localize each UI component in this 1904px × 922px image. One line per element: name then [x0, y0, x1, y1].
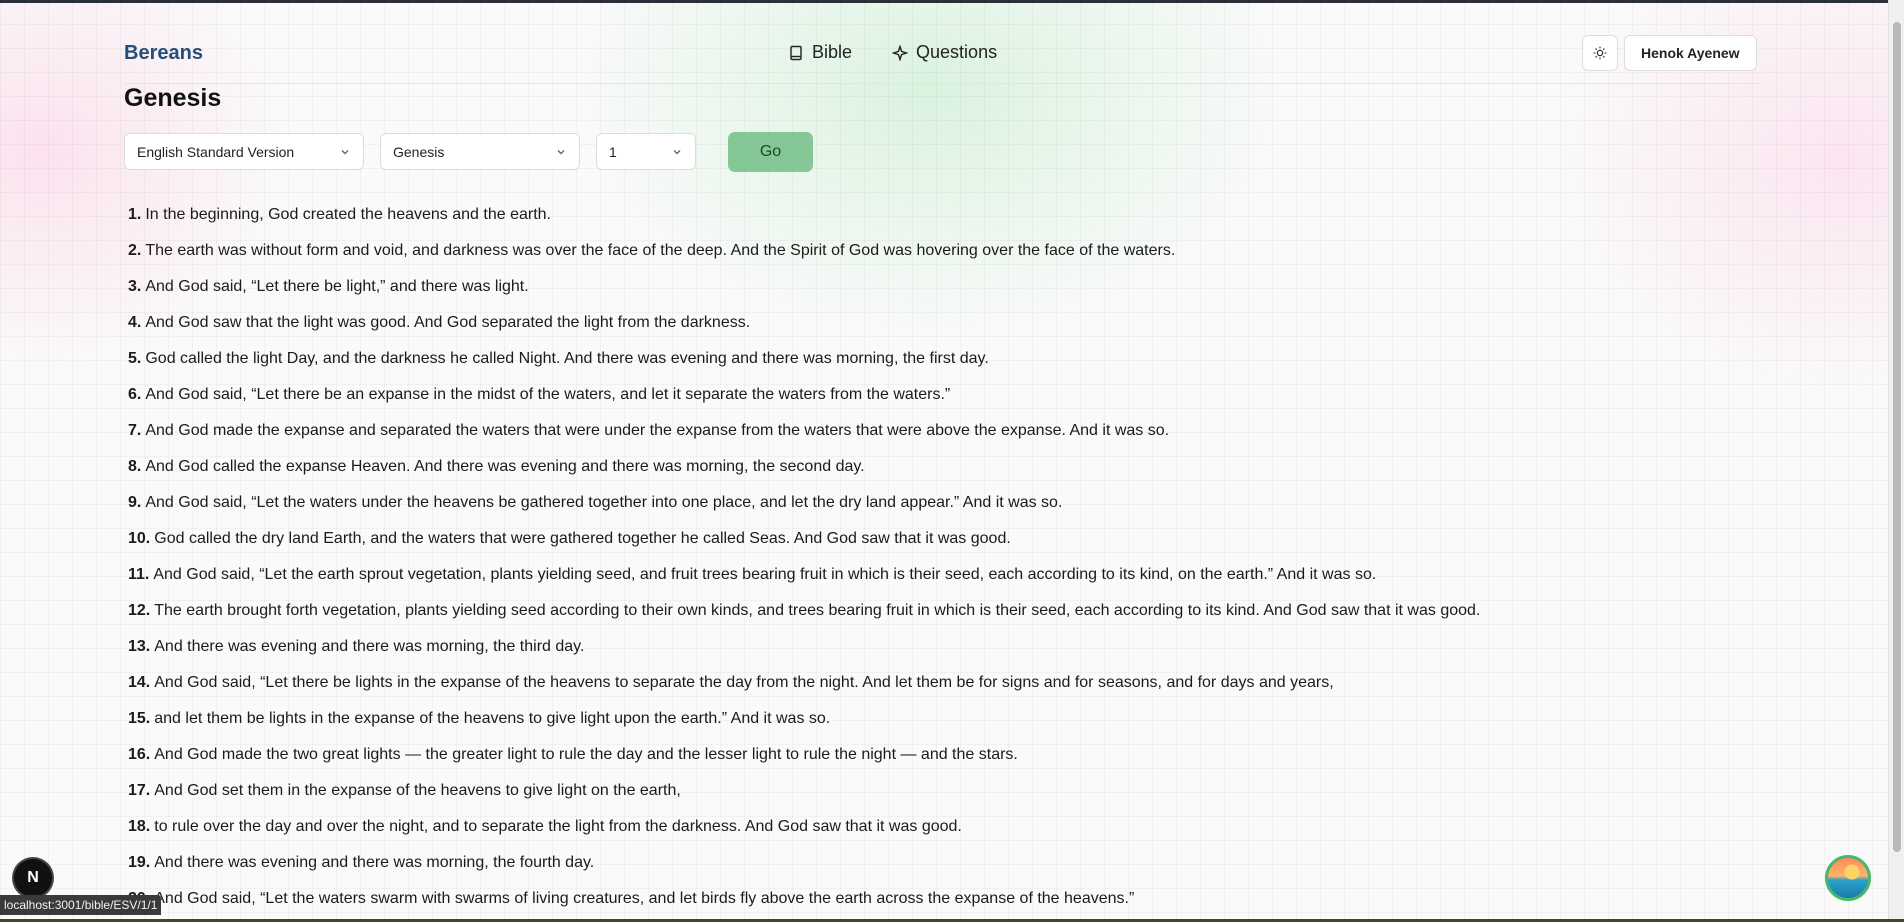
- chevron-down-icon: [673, 149, 681, 154]
- sparkle-icon: [892, 44, 909, 61]
- verse-number: 9.: [128, 494, 142, 511]
- main-nav: Bible Questions: [788, 42, 997, 63]
- verse-item: 2. The earth was without form and void, a…: [128, 241, 1480, 277]
- verse-item: 18. to rule over the day and over the nig…: [128, 817, 1480, 853]
- verse-number: 5.: [128, 350, 142, 367]
- verse-item: 11. And God said, “Let the earth sprout v…: [128, 565, 1480, 601]
- verse-text: And there was evening and there was morn…: [154, 638, 585, 655]
- status-bar-url: localhost:3001/bible/ESV/1/1: [0, 895, 162, 915]
- verse-number: 18.: [128, 818, 151, 835]
- verse-text: God called the light Day, and the darkne…: [145, 350, 989, 367]
- verse-text: And God said, “Let the waters swarm with…: [154, 890, 1135, 907]
- sun-icon: [1593, 46, 1607, 60]
- chevron-down-icon: [557, 149, 565, 154]
- verse-text: God called the dry land Earth, and the w…: [154, 530, 1011, 547]
- verse-number: 16.: [128, 746, 151, 763]
- nav-questions[interactable]: Questions: [892, 42, 997, 63]
- user-menu-button[interactable]: Henok Ayenew: [1624, 35, 1757, 71]
- verse-number: 14.: [128, 674, 151, 691]
- verse-item: 9. And God said, “Let the waters under th…: [128, 493, 1480, 529]
- verse-text: and let them be lights in the expanse of…: [154, 710, 831, 727]
- verse-text: In the beginning, God created the heaven…: [145, 206, 551, 223]
- verse-number: 13.: [128, 638, 151, 655]
- verse-number: 17.: [128, 782, 151, 799]
- chevron-down-icon: [341, 149, 349, 154]
- nav-bible-label: Bible: [812, 42, 853, 62]
- dev-tools-badge[interactable]: N: [14, 859, 52, 897]
- verse-number: 10.: [128, 530, 151, 547]
- page-container: Bereans Bible Questions Henok Ayenew Gen…: [124, 0, 1758, 922]
- scrollbar[interactable]: [1888, 0, 1904, 922]
- nav-questions-label: Questions: [916, 42, 998, 62]
- brand-logo[interactable]: Bereans: [124, 42, 203, 65]
- scrollbar-thumb[interactable]: [1893, 22, 1901, 852]
- book-select[interactable]: Genesis: [380, 133, 580, 170]
- verse-item: 1. In the beginning, God created the heav…: [128, 205, 1480, 241]
- verse-number: 3.: [128, 278, 142, 295]
- theme-toggle-button[interactable]: [1582, 35, 1618, 71]
- verse-text: And there was evening and there was morn…: [154, 854, 595, 871]
- chapter-select-value: 1: [609, 143, 617, 160]
- verse-item: 12. The earth brought forth vegetation, p…: [128, 601, 1480, 637]
- verse-number: 15.: [128, 710, 151, 727]
- verse-number: 8.: [128, 458, 142, 475]
- verse-text: And God said, “Let there be lights in th…: [154, 674, 1334, 691]
- verse-item: 17. And God set them in the expanse of th…: [128, 781, 1480, 817]
- verse-text: And God made the two great lights — the …: [154, 746, 1018, 763]
- verse-text: to rule over the day and over the night,…: [154, 818, 962, 835]
- verse-text: And God said, “Let there be light,” and …: [145, 278, 529, 295]
- verse-text: And God saw that the light was good. And…: [145, 314, 751, 331]
- verse-item: 20.And God said, “Let the waters swarm w…: [128, 889, 1480, 922]
- verse-number: 7.: [128, 422, 142, 439]
- verse-text: And God set them in the expanse of the h…: [154, 782, 681, 799]
- verse-item: 14. And God said, “Let there be lights in…: [128, 673, 1480, 709]
- chapter-select[interactable]: 1: [596, 133, 696, 170]
- verse-number: 6.: [128, 386, 142, 403]
- verse-number: 1.: [128, 206, 142, 223]
- verse-number: 4.: [128, 314, 142, 331]
- book-select-value: Genesis: [393, 143, 445, 160]
- verse-text: The earth brought forth vegetation, plan…: [154, 602, 1481, 619]
- nav-bible[interactable]: Bible: [788, 42, 852, 63]
- verse-item: 6. And God said, “Let there be an expanse…: [128, 385, 1480, 421]
- site-header: Bereans Bible Questions Henok Ayenew: [124, 33, 1758, 84]
- avatar-floating-button[interactable]: [1825, 855, 1871, 901]
- verse-item: 4. And God saw that the light was good. A…: [128, 313, 1480, 349]
- verse-number: 11.: [128, 566, 150, 583]
- go-button[interactable]: Go: [728, 132, 813, 172]
- verse-item: 19. And there was evening and there was m…: [128, 853, 1480, 889]
- page-title: Genesis: [124, 84, 222, 112]
- verse-text: And God said, “Let there be an expanse i…: [145, 386, 951, 403]
- verse-item: 15. and let them be lights in the expanse…: [128, 709, 1480, 745]
- verse-item: 7. And God made the expanse and separated…: [128, 421, 1480, 457]
- verse-item: 16. And God made the two great lights — t…: [128, 745, 1480, 781]
- version-select[interactable]: English Standard Version: [124, 133, 364, 170]
- book-icon: [790, 45, 802, 60]
- verse-text: And God said, “Let the earth sprout vege…: [153, 566, 1377, 583]
- verse-number: 19.: [128, 854, 151, 871]
- verse-text: And God called the expanse Heaven. And t…: [145, 458, 865, 475]
- verse-number: 12.: [128, 602, 151, 619]
- verse-item: 8. And God called the expanse Heaven. And…: [128, 457, 1480, 493]
- verse-item: 3. And God said, “Let there be light,” an…: [128, 277, 1480, 313]
- verse-text: And God made the expanse and separated t…: [145, 422, 1170, 439]
- version-select-value: English Standard Version: [137, 143, 295, 160]
- verse-item: 5. God called the light Day, and the dark…: [128, 349, 1480, 385]
- verse-text: The earth was without form and void, and…: [145, 242, 1176, 259]
- verse-list: 1. In the beginning, God created the heav…: [128, 205, 1480, 922]
- verse-number: 2.: [128, 242, 142, 259]
- verse-item: 13. And there was evening and there was m…: [128, 637, 1480, 673]
- verse-item: 10. God called the dry land Earth, and th…: [128, 529, 1480, 565]
- verse-text: And God said, “Let the waters under the …: [145, 494, 1063, 511]
